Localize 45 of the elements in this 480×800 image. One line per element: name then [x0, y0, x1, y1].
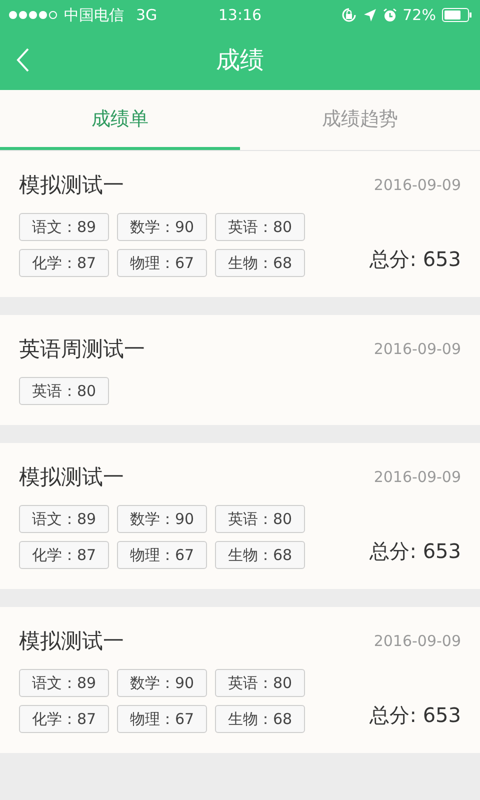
rotation-lock-icon: [340, 7, 357, 23]
total-score: 总分: 653: [370, 702, 461, 729]
score-tag: 生物：68: [215, 705, 305, 733]
score-tag: 语文：89: [19, 669, 109, 697]
score-tag: 生物：68: [215, 541, 305, 569]
exam-date: 2016-09-09: [374, 340, 461, 358]
score-tag: 语文：89: [19, 213, 109, 241]
carrier-name: 中国电信: [64, 6, 124, 24]
status-time: 13:16: [218, 6, 262, 24]
exam-card[interactable]: 模拟测试一 2016-09-09 语文：89 数学：90 英语：80 化学：87 物理：67 生物：68 总分: 653: [0, 443, 480, 589]
network-type: 3G: [136, 6, 158, 24]
location-arrow-icon: [362, 8, 377, 22]
score-tag: 英语：80: [215, 669, 305, 697]
score-tag: 英语：80: [19, 377, 109, 405]
exam-date: 2016-09-09: [374, 632, 461, 650]
score-tag: 生物：68: [215, 249, 305, 277]
score-tag: 化学：87: [19, 541, 109, 569]
alarm-clock-icon: [382, 8, 397, 22]
score-tag: 英语：80: [215, 505, 305, 533]
exam-title: 模拟测试一: [19, 628, 124, 655]
back-chevron-icon: [16, 47, 30, 73]
battery-icon: [442, 8, 472, 22]
score-tag: 化学：87: [19, 249, 109, 277]
exam-card[interactable]: 模拟测试一 2016-09-09 语文：89 数学：90 英语：80 化学：87 物理：67 生物：68 总分: 653: [0, 607, 480, 753]
screen-title: 成绩: [216, 45, 264, 76]
exam-title: 模拟测试一: [19, 172, 124, 199]
score-tag: 数学：90: [117, 505, 207, 533]
battery-percent: 72%: [402, 6, 436, 24]
score-tag: 物理：67: [117, 705, 207, 733]
exam-title: 模拟测试一: [19, 464, 124, 491]
score-tag: 物理：67: [117, 249, 207, 277]
score-tag: 数学：90: [117, 213, 207, 241]
score-tag: 英语：80: [215, 213, 305, 241]
signal-icon: [8, 10, 58, 20]
score-tag: 物理：67: [117, 541, 207, 569]
score-tag: 化学：87: [19, 705, 109, 733]
exam-title: 英语周测试一: [19, 336, 145, 363]
score-tag: 数学：90: [117, 669, 207, 697]
score-tag: 语文：89: [19, 505, 109, 533]
exam-date: 2016-09-09: [374, 468, 461, 486]
total-score: 总分: 653: [370, 246, 461, 273]
exam-card[interactable]: 英语周测试一 2016-09-09 英语：80: [0, 315, 480, 425]
total-score: 总分: 653: [370, 538, 461, 565]
exam-date: 2016-09-09: [374, 176, 461, 194]
exam-card[interactable]: 模拟测试一 2016-09-09 语文：89 数学：90 英语：80 化学：87 物理：67 生物：68 总分: 653: [0, 151, 480, 297]
